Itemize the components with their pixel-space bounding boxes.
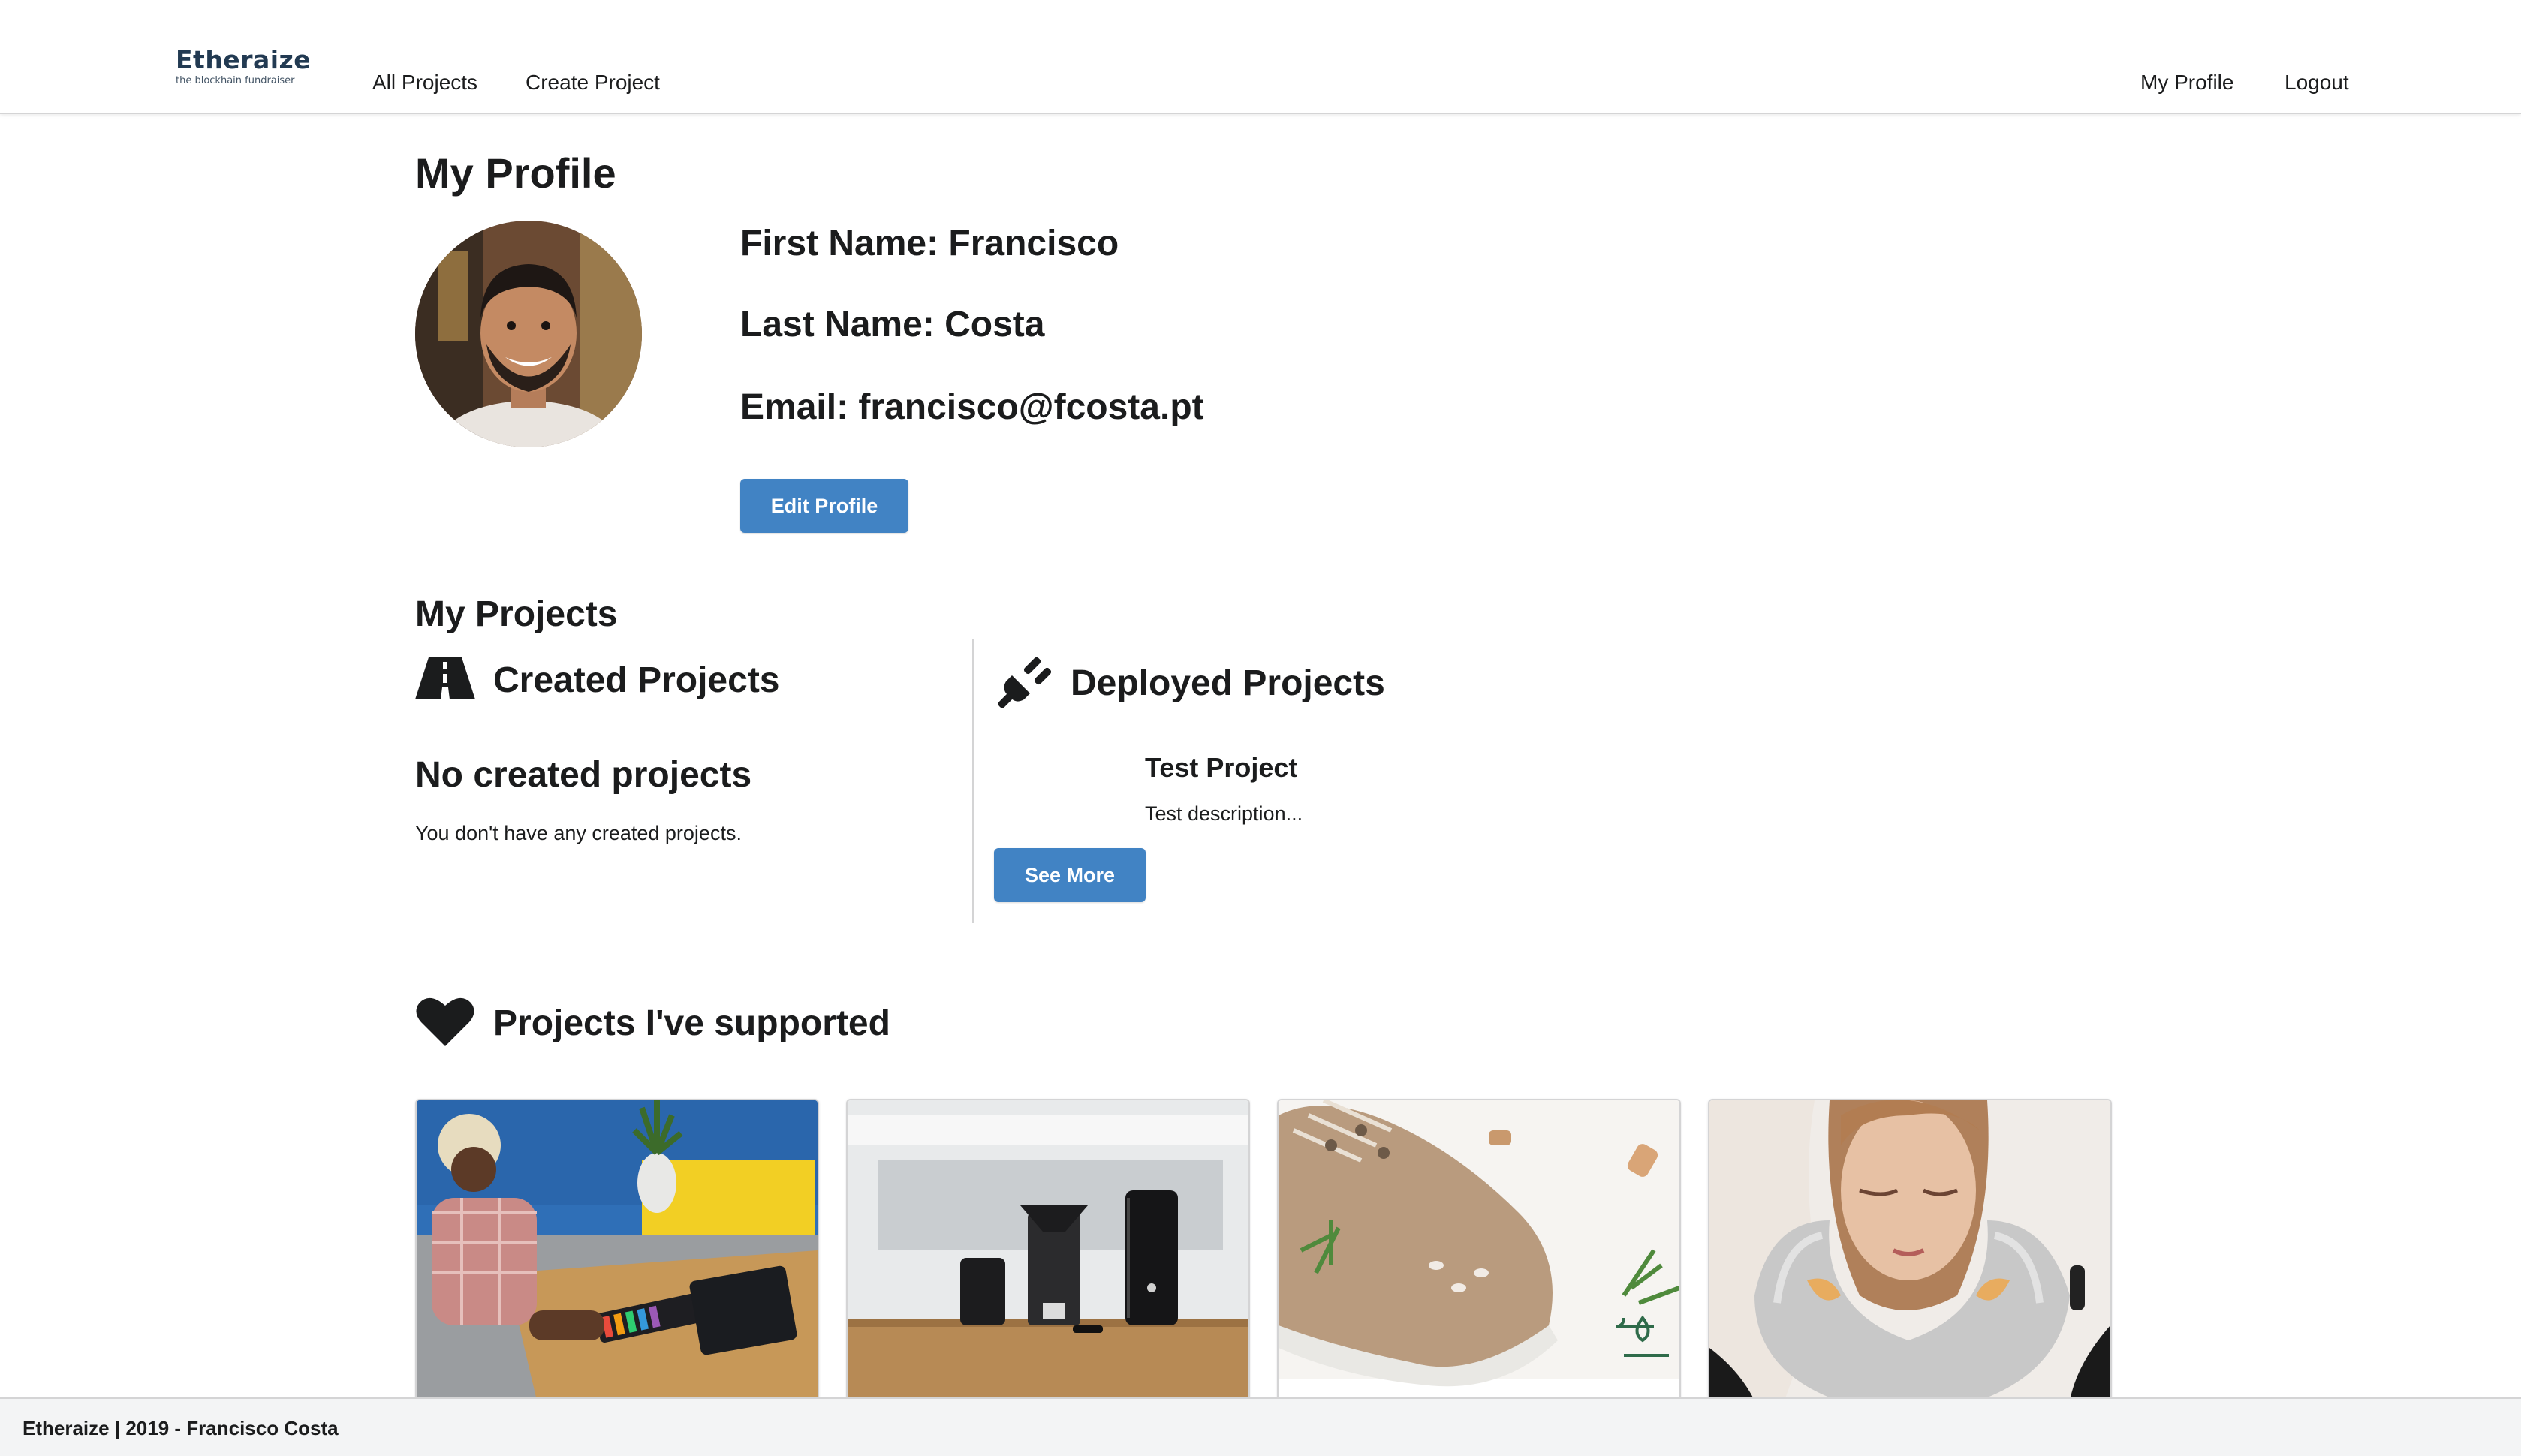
deployed-project-description: Test description... [1145, 802, 1303, 825]
avatar-photo [415, 221, 642, 447]
etheraize-logo[interactable]: Etheraize the blockhain fundraiser [176, 47, 326, 96]
deployed-project-title[interactable]: Test Project [1145, 751, 1297, 785]
deployed-projects-title: Deployed Projects [1071, 663, 1385, 703]
nav-all-projects[interactable]: All Projects [372, 69, 477, 96]
supported-project-card-3[interactable] [1277, 1099, 1681, 1402]
coffee-grinder-photo [848, 1100, 1248, 1400]
email-text: Email: francisco@fcosta.pt [740, 387, 1204, 427]
heart-icon [415, 995, 475, 1051]
logo-tagline: the blockhain fundraiser [176, 75, 295, 86]
neck-pillow-photo [1709, 1100, 2110, 1400]
created-projects-title: Created Projects [493, 660, 780, 700]
deployed-projects-header: Deployed Projects [995, 653, 1385, 714]
no-created-projects-title: No created projects [415, 755, 752, 795]
see-more-button[interactable]: See More [994, 848, 1146, 902]
created-projects-header: Created Projects [415, 657, 780, 703]
page-title: My Profile [415, 149, 616, 197]
column-divider [972, 639, 974, 923]
last-name-text: Last Name: Costa [740, 305, 1045, 344]
sneaker-photo [1279, 1100, 1679, 1400]
supported-projects-title: Projects I've supported [493, 1003, 890, 1043]
supported-project-card-2[interactable] [846, 1099, 1250, 1402]
top-navbar: Etheraize the blockhain fundraiser All P… [0, 0, 2521, 114]
first-name-text: First Name: Francisco [740, 224, 1119, 263]
supported-project-card-1[interactable] [415, 1099, 819, 1402]
supported-project-card-4[interactable] [1708, 1099, 2112, 1402]
person-playing-keyboard-photo [417, 1100, 818, 1400]
nav-create-project[interactable]: Create Project [526, 69, 660, 96]
road-icon [415, 657, 475, 703]
no-created-projects-text: You don't have any created projects. [415, 822, 742, 844]
nav-logout[interactable]: Logout [2285, 69, 2349, 96]
nav-my-profile[interactable]: My Profile [2140, 69, 2233, 96]
footer: Etheraize | 2019 - Francisco Costa [0, 1397, 2521, 1456]
avatar [415, 221, 642, 447]
logo-wordmark: Etheraize [176, 45, 312, 74]
footer-text: Etheraize | 2019 - Francisco Costa [23, 1417, 339, 1439]
edit-profile-button[interactable]: Edit Profile [740, 479, 908, 533]
my-projects-heading: My Projects [415, 594, 618, 634]
supported-projects-header: Projects I've supported [415, 995, 890, 1051]
plug-icon [995, 653, 1053, 714]
